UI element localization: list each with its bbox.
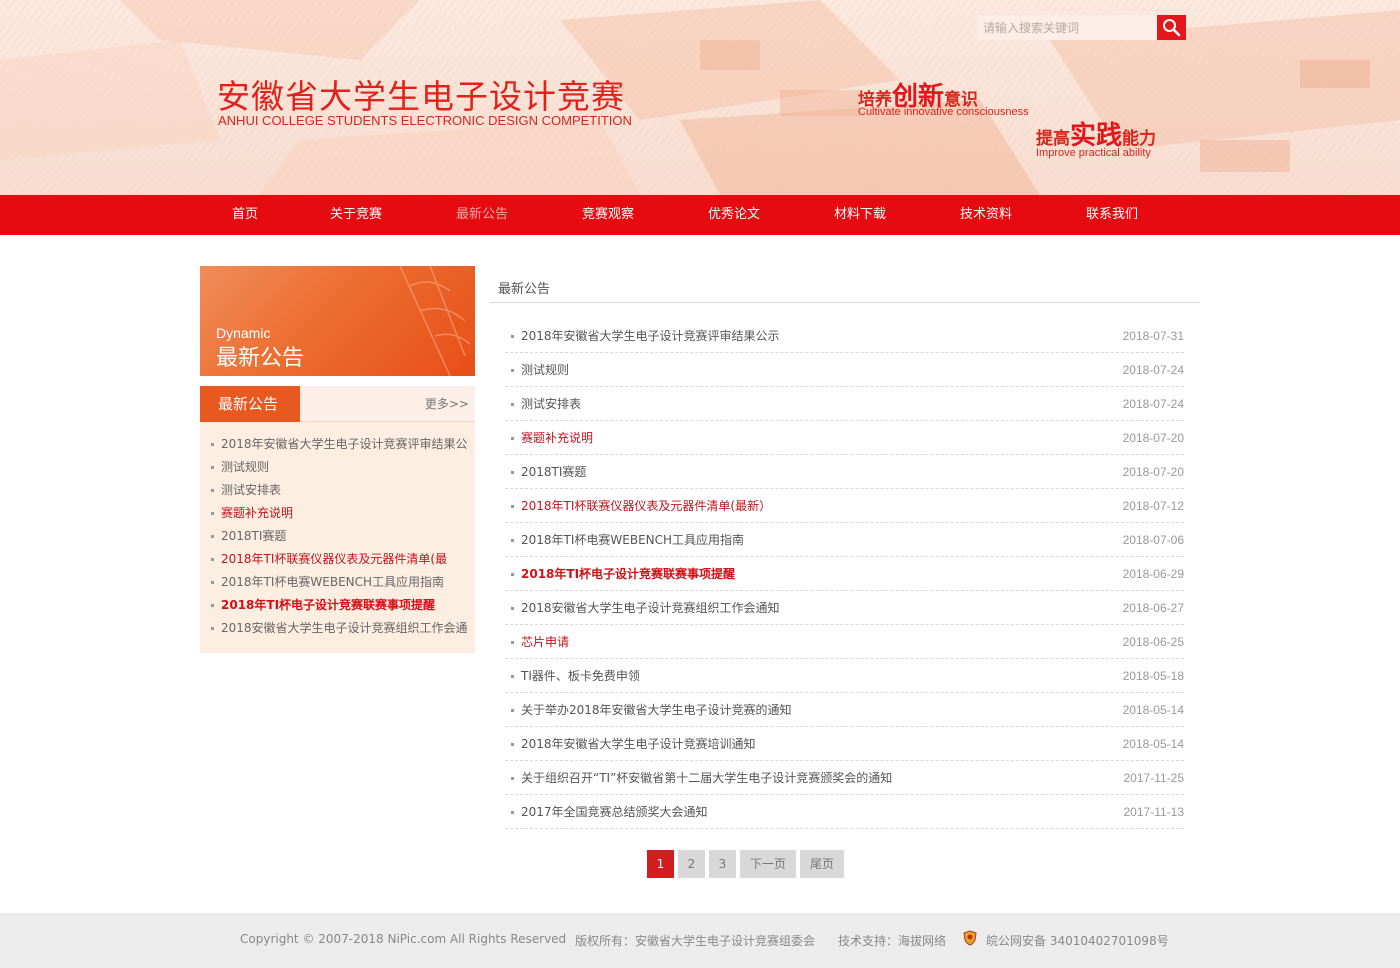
news-date: 2018-07-06 bbox=[1122, 533, 1184, 547]
news-item[interactable]: 2018安徽省大学生电子设计竞赛组织工作会通知 2018-06-27 bbox=[505, 591, 1184, 625]
news-date: 2018-06-25 bbox=[1122, 635, 1184, 649]
nav-item-observation[interactable]: 竞赛观察 bbox=[582, 195, 634, 235]
news-date: 2017-11-25 bbox=[1123, 771, 1185, 785]
next-page-button[interactable]: 下一页 bbox=[740, 850, 796, 878]
sidebar-banner-en: Dynamic bbox=[216, 325, 271, 341]
footer-support: 技术支持：海拔网络 bbox=[838, 934, 947, 948]
nav-item-downloads[interactable]: 材料下载 bbox=[834, 195, 886, 235]
nav-item-contact[interactable]: 联系我们 bbox=[1086, 195, 1138, 235]
slogan-practice-en: Improve practical ability bbox=[1036, 147, 1151, 159]
main-nav: 首页 关于竞赛 最新公告 竞赛观察 优秀论文 材料下载 技术资料 联系我们 bbox=[0, 195, 1400, 235]
search-icon bbox=[1163, 19, 1181, 37]
sidebar-list-item[interactable]: 测试安排表 bbox=[200, 479, 475, 502]
news-title[interactable]: 芯片申请 bbox=[521, 625, 569, 659]
police-badge-icon bbox=[963, 930, 977, 946]
more-link[interactable]: 更多>> bbox=[425, 386, 469, 422]
news-title[interactable]: 2018年TI杯电子设计竞赛联赛事项提醒 bbox=[521, 557, 735, 591]
news-item[interactable]: 测试规则 2018-07-24 bbox=[505, 353, 1184, 387]
title-divider bbox=[490, 302, 1200, 303]
news-date: 2018-07-24 bbox=[1122, 397, 1184, 411]
news-item[interactable]: 关于组织召开“TI”杯安徽省第十二届大学生电子设计竞赛颁奖会的通知 2017-11… bbox=[505, 761, 1184, 795]
news-title[interactable]: 赛题补充说明 bbox=[521, 421, 593, 455]
search-input[interactable] bbox=[977, 15, 1157, 40]
sidebar-box-header: 最新公告 更多>> bbox=[200, 386, 475, 422]
last-page-button[interactable]: 尾页 bbox=[800, 850, 844, 878]
news-item[interactable]: 2017年全国竞赛总结颁奖大会通知 2017-11-13 bbox=[505, 795, 1184, 829]
news-title[interactable]: TI器件、板卡免费申领 bbox=[521, 659, 640, 693]
news-item[interactable]: 赛题补充说明 2018-07-20 bbox=[505, 421, 1184, 455]
news-date: 2018-07-31 bbox=[1122, 329, 1184, 343]
news-title[interactable]: 测试规则 bbox=[521, 353, 569, 387]
footer-copyright: Copyright © 2007-2018 NiPic.com All Righ… bbox=[240, 932, 567, 946]
news-item[interactable]: 2018年TI杯电子设计竞赛联赛事项提醒 2018-06-29 bbox=[505, 557, 1184, 591]
news-item[interactable]: 芯片申请 2018-06-25 bbox=[505, 625, 1184, 659]
sidebar-list-item[interactable]: 2018年TI杯联赛仪器仪表及元器件清单(最 bbox=[200, 548, 475, 571]
sidebar-banner: Dynamic 最新公告 bbox=[200, 266, 475, 376]
site-footer: Copyright © 2007-2018 NiPic.com All Righ… bbox=[0, 913, 1400, 968]
footer-icp: 皖公网安备 34010402701098号 bbox=[986, 934, 1169, 948]
nav-item-announcements[interactable]: 最新公告 bbox=[456, 195, 508, 235]
news-title[interactable]: 2018年TI杯联赛仪器仪表及元器件清单(最新） bbox=[521, 489, 771, 523]
slogan-text: 提高 bbox=[1036, 129, 1070, 149]
news-date: 2018-05-18 bbox=[1122, 669, 1184, 683]
search-button[interactable] bbox=[1157, 15, 1186, 40]
page-button-3[interactable]: 3 bbox=[709, 850, 736, 878]
sidebar-list-item[interactable]: 赛题补充说明 bbox=[200, 502, 475, 525]
page-button-2[interactable]: 2 bbox=[678, 850, 705, 878]
site-title: 安徽省大学生电子设计竞赛 bbox=[217, 77, 625, 116]
nav-item-home[interactable]: 首页 bbox=[232, 195, 258, 235]
nav-item-about[interactable]: 关于竞赛 bbox=[330, 195, 382, 235]
news-date: 2018-07-12 bbox=[1122, 499, 1184, 513]
page-button-1[interactable]: 1 bbox=[647, 850, 674, 878]
news-item[interactable]: 关于举办2018年安徽省大学生电子设计竞赛的通知 2018-05-14 bbox=[505, 693, 1184, 727]
news-item[interactable]: TI器件、板卡免费申领 2018-05-18 bbox=[505, 659, 1184, 693]
sidebar-list: 2018年安徽省大学生电子设计竞赛评审结果公 测试规则 测试安排表 赛题补充说明… bbox=[200, 433, 475, 640]
sidebar-list-item[interactable]: 测试规则 bbox=[200, 456, 475, 479]
sidebar-list-item[interactable]: 2018年TI杯电子设计竞赛联赛事项提醒 bbox=[200, 594, 475, 617]
slogan-innovation-en: Cultivate innovative consciousness bbox=[858, 106, 1029, 118]
sidebar-list-item[interactable]: 2018安徽省大学生电子设计竞赛组织工作会通 bbox=[200, 617, 475, 640]
news-item[interactable]: 2018年安徽省大学生电子设计竞赛培训通知 2018-05-14 bbox=[505, 727, 1184, 761]
news-item[interactable]: 2018年TI杯电赛WEBENCH工具应用指南 2018-07-06 bbox=[505, 523, 1184, 557]
news-date: 2018-07-20 bbox=[1122, 431, 1184, 445]
news-title[interactable]: 2018安徽省大学生电子设计竞赛组织工作会通知 bbox=[521, 591, 780, 625]
news-date: 2018-05-14 bbox=[1122, 703, 1184, 717]
nav-item-tech-docs[interactable]: 技术资料 bbox=[960, 195, 1012, 235]
news-list: 2018年安徽省大学生电子设计竞赛评审结果公示 2018-07-31 测试规则 20… bbox=[505, 319, 1184, 829]
news-date: 2018-06-27 bbox=[1122, 601, 1184, 615]
news-title[interactable]: 2017年全国竞赛总结颁奖大会通知 bbox=[521, 795, 708, 829]
news-item[interactable]: 2018TI赛题 2018-07-20 bbox=[505, 455, 1184, 489]
site-subtitle: ANHUI COLLEGE STUDENTS ELECTRONIC DESIGN… bbox=[218, 113, 632, 128]
header-background-decoration bbox=[0, 0, 1400, 195]
site-header: 安徽省大学生电子设计竞赛 ANHUI COLLEGE STUDENTS ELEC… bbox=[0, 0, 1400, 195]
news-item[interactable]: 2018年TI杯联赛仪器仪表及元器件清单(最新） 2018-07-12 bbox=[505, 489, 1184, 523]
sidebar-list-item[interactable]: 2018年TI杯电赛WEBENCH工具应用指南 bbox=[200, 571, 475, 594]
news-date: 2018-06-29 bbox=[1122, 567, 1184, 581]
news-date: 2018-07-24 bbox=[1122, 363, 1184, 377]
news-title[interactable]: 2018TI赛题 bbox=[521, 455, 586, 489]
news-title[interactable]: 2018年TI杯电赛WEBENCH工具应用指南 bbox=[521, 523, 744, 557]
sidebar-list-item[interactable]: 2018TI赛题 bbox=[200, 525, 475, 548]
news-title[interactable]: 关于组织召开“TI”杯安徽省第十二届大学生电子设计竞赛颁奖会的通知 bbox=[521, 761, 892, 795]
news-date: 2018-05-14 bbox=[1122, 737, 1184, 751]
sidebar-announcement-box: 最新公告 更多>> 2018年安徽省大学生电子设计竞赛评审结果公 测试规则 测试… bbox=[200, 386, 475, 653]
sidebar-list-item[interactable]: 2018年安徽省大学生电子设计竞赛评审结果公 bbox=[200, 433, 475, 456]
news-title[interactable]: 关于举办2018年安徽省大学生电子设计竞赛的通知 bbox=[521, 693, 792, 727]
news-item[interactable]: 测试安排表 2018-07-24 bbox=[505, 387, 1184, 421]
news-date: 2018-07-20 bbox=[1122, 465, 1184, 479]
footer-owner: 版权所有：安徽省大学生电子设计竞赛组委会 bbox=[575, 934, 816, 948]
news-title[interactable]: 测试安排表 bbox=[521, 387, 581, 421]
sidebar-banner-title: 最新公告 bbox=[216, 346, 305, 371]
news-title[interactable]: 2018年安徽省大学生电子设计竞赛培训通知 bbox=[521, 727, 756, 761]
news-item[interactable]: 2018年安徽省大学生电子设计竞赛评审结果公示 2018-07-31 bbox=[505, 319, 1184, 353]
news-title[interactable]: 2018年安徽省大学生电子设计竞赛评审结果公示 bbox=[521, 319, 780, 353]
nav-item-papers[interactable]: 优秀论文 bbox=[708, 195, 760, 235]
slogan-text: 能力 bbox=[1122, 129, 1157, 149]
page-title: 最新公告 bbox=[498, 282, 551, 297]
news-date: 2017-11-13 bbox=[1123, 805, 1185, 819]
sidebar-box-title: 最新公告 bbox=[200, 386, 300, 422]
